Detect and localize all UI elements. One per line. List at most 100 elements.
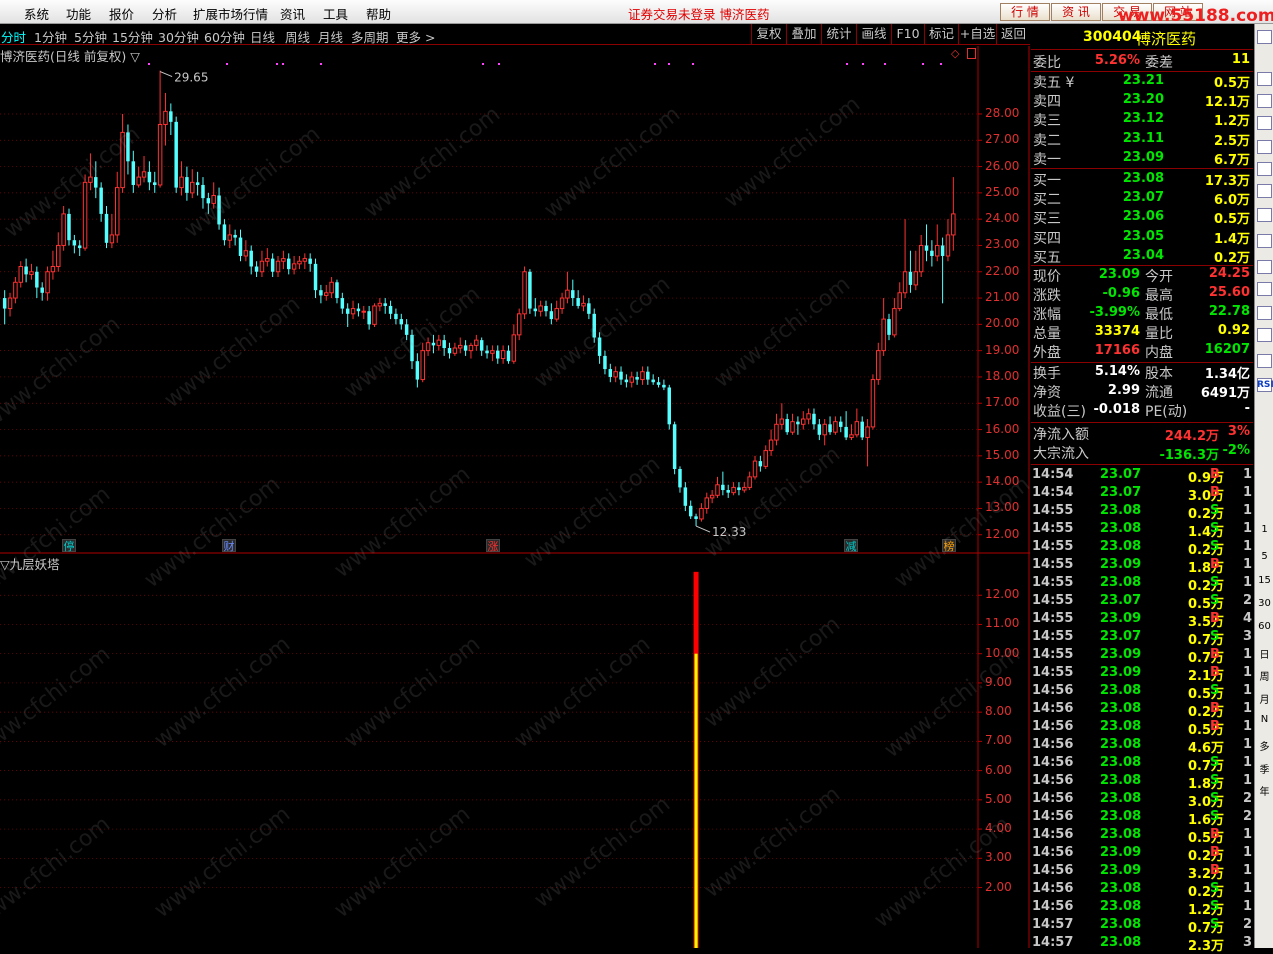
trend-icon[interactable] <box>1257 116 1272 130</box>
tick-time: 14:55 <box>1032 539 1074 554</box>
tick-side: B <box>1210 467 1220 482</box>
period-tab-5min[interactable]: 5分钟 <box>74 27 107 46</box>
candle-body <box>265 258 270 262</box>
sidebar-period-button[interactable]: 季 <box>1257 761 1272 776</box>
chart-icon[interactable] <box>1257 328 1272 342</box>
fund-flow-label: 净流入额 <box>1033 427 1089 443</box>
buy-order-row-label: 买二 <box>1033 192 1061 209</box>
tick-count: 1 <box>1242 521 1252 536</box>
bar-chart-icon[interactable] <box>1257 140 1272 154</box>
candle-body <box>854 421 860 436</box>
period-tab-60min[interactable]: 60分钟 <box>204 27 245 46</box>
menu-help[interactable]: 帮助 <box>366 4 391 23</box>
sidebar-period-button[interactable]: RSI <box>1257 380 1273 395</box>
sidebar-period-button[interactable]: 月 <box>1257 691 1272 706</box>
sidebar-period-button[interactable]: N <box>1257 714 1272 729</box>
overlay-button[interactable]: 叠加 <box>786 24 821 44</box>
mark-button[interactable]: 标记 <box>924 24 958 44</box>
back-button[interactable]: 返回 <box>996 24 1030 44</box>
kline-chart[interactable]: 29.6512.33 <box>0 46 1030 948</box>
grid-icon[interactable] <box>1257 94 1272 108</box>
menu-function[interactable]: 功能 <box>66 4 91 23</box>
tick-count: 1 <box>1242 665 1252 680</box>
book-icon[interactable] <box>1257 208 1272 222</box>
tick-side: S <box>1210 593 1220 608</box>
buy-order-row: 买一 23.08 17.3万 <box>1032 170 1252 189</box>
fund-icon[interactable] <box>1257 306 1272 320</box>
buy-order-row-price: 23.05 <box>1122 228 1164 244</box>
candle-body <box>726 490 730 493</box>
sidebar-period-button[interactable]: 多 <box>1257 738 1272 753</box>
sidebar-period-button[interactable]: 5 <box>1257 551 1272 566</box>
tick-count: 1 <box>1242 683 1252 698</box>
period-tab-weekly[interactable]: 周线 <box>285 27 310 46</box>
candle-icon[interactable] <box>1257 162 1272 176</box>
stat-value: 0.92 <box>1217 323 1250 338</box>
candle-body <box>688 505 693 517</box>
candle-body <box>817 424 822 435</box>
candle-body <box>721 484 725 491</box>
price-tick-label: 25.00 <box>985 184 1020 199</box>
sidebar-period-button[interactable]: 周 <box>1257 668 1272 683</box>
tick-count: 2 <box>1242 809 1252 824</box>
period-tab-daily[interactable]: 日线 <box>250 27 275 46</box>
tick-row: 14:56 23.08 1.6万 S 2 <box>1032 809 1252 828</box>
period-tab-30min[interactable]: 30分钟 <box>158 27 199 46</box>
add-watchlist-button[interactable]: +自选 <box>958 24 996 44</box>
candle-body <box>796 421 800 425</box>
menu-system[interactable]: 系统 <box>24 4 49 23</box>
tick-time: 14:55 <box>1032 593 1074 608</box>
price-tick-label: 15.00 <box>985 447 1020 462</box>
menu-quote[interactable]: 报价 <box>109 4 134 23</box>
sidebar-period-button[interactable]: 年 <box>1257 783 1272 798</box>
f10-button[interactable]: F10 <box>891 24 924 44</box>
sidebar-period-button[interactable]: 30 <box>1257 598 1272 613</box>
sidebar-period-button[interactable]: 1 <box>1257 524 1272 539</box>
window-icon[interactable] <box>1257 260 1272 274</box>
stat-value: -0.96 <box>1102 286 1140 301</box>
candle-body <box>377 302 383 307</box>
signal-dot <box>482 63 484 65</box>
fundamental-row: 收益(三) -0.018 PE(动) - <box>1032 401 1252 420</box>
sell-order-row: 卖五 ¥ 23.21 0.5万 <box>1032 72 1252 91</box>
candle-body <box>302 258 308 262</box>
tick-price: 23.08 <box>1100 521 1142 536</box>
event-marker[interactable]: 减 <box>844 539 858 553</box>
tab-news[interactable]: 资 讯 <box>1051 3 1101 21</box>
menu-analysis[interactable]: 分析 <box>152 4 177 23</box>
table-icon[interactable] <box>1257 184 1272 198</box>
period-tab-1min[interactable]: 1分钟 <box>34 27 67 46</box>
candle-body <box>646 371 650 380</box>
event-marker[interactable]: 涨 <box>486 539 500 553</box>
sell-order-row: 卖四 23.20 12.1万 <box>1032 91 1252 110</box>
tick-count: 1 <box>1242 557 1252 572</box>
finance-icon[interactable] <box>1257 234 1272 248</box>
menu-tools[interactable]: 工具 <box>323 4 348 23</box>
sidebar-period-button[interactable]: 15 <box>1257 575 1272 590</box>
menu-info[interactable]: 资讯 <box>280 4 305 23</box>
draw-line-button[interactable]: 画线 <box>856 24 891 44</box>
sidebar-period-button[interactable]: 日 <box>1257 646 1272 661</box>
candle-body <box>356 308 361 312</box>
candle-body <box>709 494 715 499</box>
period-tab-intraday[interactable]: 分时 <box>1 27 26 46</box>
menu-extended-market[interactable]: 扩展市场行情 <box>193 4 268 23</box>
period-tab-monthly[interactable]: 月线 <box>318 27 343 46</box>
f10-icon[interactable] <box>1257 282 1272 296</box>
statistics-button[interactable]: 统计 <box>821 24 856 44</box>
tab-market[interactable]: 行 情 <box>1000 3 1050 21</box>
candle-body <box>844 426 848 438</box>
list-icon[interactable] <box>1257 72 1272 86</box>
candle-body <box>571 290 575 299</box>
period-tab-multi[interactable]: 多周期 <box>351 27 389 46</box>
candle-body <box>860 421 864 438</box>
sidebar-period-button[interactable]: 60 <box>1257 621 1272 636</box>
adjust-button[interactable]: 复权 <box>751 24 786 44</box>
news-icon[interactable] <box>1257 354 1272 368</box>
buy-order-row: 买三 23.06 0.5万 <box>1032 208 1252 227</box>
candle-body <box>463 345 468 351</box>
event-marker[interactable]: 财 <box>222 539 236 553</box>
period-tab-more[interactable]: 更多 > <box>396 27 435 46</box>
period-tab-15min[interactable]: 15分钟 <box>112 27 153 46</box>
resize-icon[interactable] <box>1257 30 1272 44</box>
